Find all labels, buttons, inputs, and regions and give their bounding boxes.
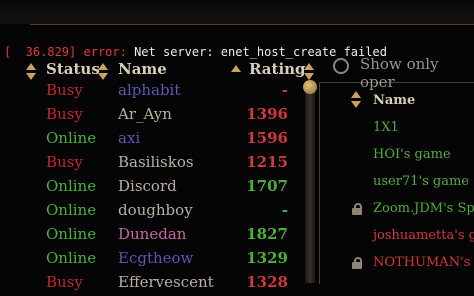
name-column-header[interactable]: Name: [118, 60, 167, 78]
game-list-item[interactable]: user71's game: [373, 174, 469, 189]
rating-column-header[interactable]: Rating: [249, 60, 306, 78]
player-name: Effervescent: [118, 273, 214, 291]
top-bar: [0, 0, 474, 24]
player-name: alphabit: [118, 81, 181, 99]
player-name: Ar_Ayn: [118, 105, 172, 123]
player-name: axi: [118, 129, 141, 147]
status-column-header[interactable]: Status: [46, 60, 100, 78]
game-list-item[interactable]: NOTHUMAN's g: [373, 255, 474, 270]
player-status: Online: [46, 201, 97, 219]
player-rating: 1329: [246, 249, 288, 267]
player-rating: 1396: [246, 105, 288, 123]
player-status: Online: [46, 177, 97, 195]
player-rating: 1707: [246, 177, 288, 195]
player-rating: 1215: [246, 153, 288, 171]
player-name: Dunedan: [118, 225, 187, 243]
lock-icon: [352, 257, 362, 269]
console-time: 36.829]: [11, 45, 77, 59]
top-divider: [30, 24, 474, 25]
name-sort-arrows-icon[interactable]: [98, 62, 108, 82]
player-status: Online: [46, 225, 97, 243]
player-row[interactable]: Online Dunedan 1827: [0, 225, 300, 248]
player-name: doughboy: [118, 201, 193, 219]
show-only-open-radio[interactable]: [333, 58, 349, 74]
show-only-open-label: Show only oper: [360, 55, 439, 91]
player-row[interactable]: Online doughboy -: [0, 201, 300, 224]
player-status: Online: [46, 249, 97, 267]
console-message: Net server: enet_host_create failed: [126, 45, 387, 59]
player-rating: -: [281, 81, 288, 99]
status-sort-arrows-icon[interactable]: [26, 62, 36, 82]
player-rating: 1596: [246, 129, 288, 147]
player-status: Busy: [46, 81, 83, 99]
player-status: Busy: [46, 153, 83, 171]
player-rating: 1827: [246, 225, 288, 243]
player-status: Busy: [46, 273, 83, 291]
game-list-item[interactable]: HOI's game: [373, 147, 451, 162]
game-list-item[interactable]: 1X1: [373, 120, 399, 135]
scrollbar-thumb[interactable]: [303, 80, 317, 94]
games-name-sort-arrows-icon[interactable]: [351, 90, 361, 110]
lock-icon: [352, 203, 362, 215]
rating-sort-up-icon[interactable]: [231, 65, 241, 72]
player-row[interactable]: Busy Basiliskos 1215: [0, 153, 300, 176]
games-name-header[interactable]: Name: [373, 93, 415, 108]
player-row[interactable]: Busy alphabit -: [0, 81, 300, 104]
player-row[interactable]: Online Discord 1707: [0, 177, 300, 200]
game-list-item[interactable]: joshuametta's g: [373, 228, 474, 243]
player-status: Online: [46, 129, 97, 147]
rating-sort-arrows-icon[interactable]: [304, 62, 314, 82]
console-level: error:: [76, 45, 127, 59]
player-row[interactable]: Online Ecgtheow 1329: [0, 249, 300, 272]
player-row[interactable]: Busy Effervescent 1328: [0, 273, 300, 296]
player-name: Discord: [118, 177, 177, 195]
player-status: Busy: [46, 105, 83, 123]
game-list-item[interactable]: Zoom.JDM's Sp: [373, 201, 474, 216]
player-rating: 1328: [246, 273, 288, 291]
player-row[interactable]: Online axi 1596: [0, 129, 300, 152]
player-rating: -: [281, 201, 288, 219]
console-error-line: [ 36.829] error: Net server: enet_host_c…: [4, 44, 387, 60]
player-name: Basiliskos: [118, 153, 194, 171]
player-list-scrollbar[interactable]: [305, 84, 315, 283]
player-name: Ecgtheow: [118, 249, 194, 267]
player-row[interactable]: Busy Ar_Ayn 1396: [0, 105, 300, 128]
